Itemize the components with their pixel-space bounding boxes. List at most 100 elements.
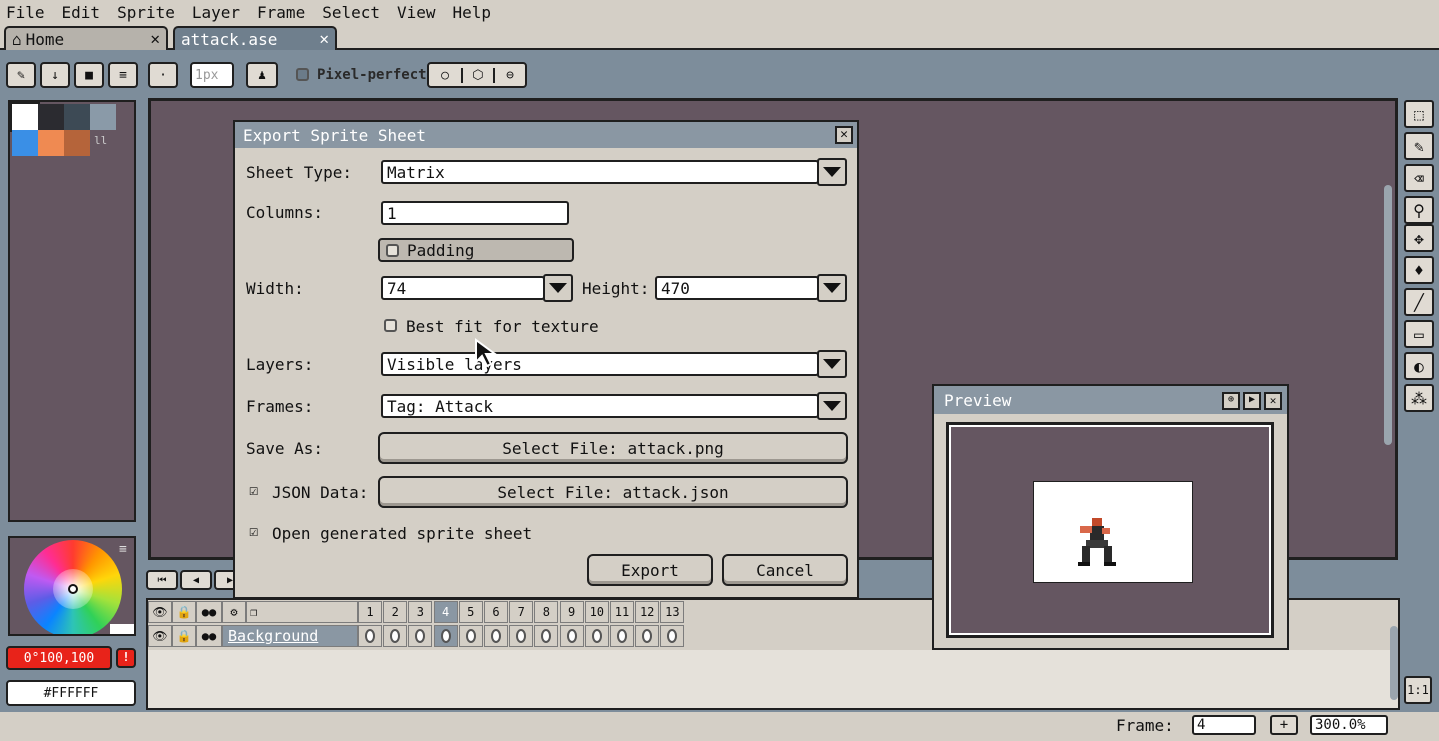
sheet-type-select[interactable]: Matrix bbox=[381, 160, 819, 184]
color-wheel-cursor[interactable] bbox=[68, 584, 78, 594]
frame-header[interactable]: 10 bbox=[584, 601, 609, 623]
tab-home-close-icon[interactable]: ✕ bbox=[150, 29, 160, 48]
color-wheel[interactable] bbox=[24, 540, 122, 634]
frame-header[interactable]: 1 bbox=[358, 601, 382, 623]
cel[interactable] bbox=[383, 625, 408, 647]
json-select-file-button[interactable]: Select File: attack.json bbox=[378, 476, 848, 508]
menu-view[interactable]: View bbox=[397, 3, 436, 22]
menu-help[interactable]: Help bbox=[453, 3, 492, 22]
save-as-select-file-button[interactable]: Select File: attack.png bbox=[378, 432, 848, 464]
add-frame-button[interactable]: + bbox=[1270, 715, 1298, 735]
width-input[interactable]: 74 bbox=[381, 276, 545, 300]
tab-file-close-icon[interactable]: ✕ bbox=[319, 29, 329, 48]
cancel-button[interactable]: Cancel bbox=[722, 554, 848, 586]
cel[interactable] bbox=[635, 625, 660, 647]
palette-swatch[interactable] bbox=[38, 104, 64, 130]
tab-attack-file[interactable]: attack.ase ✕ bbox=[173, 26, 337, 50]
contour-tool-icon[interactable]: ◐ bbox=[1404, 352, 1434, 380]
eraser-tool-icon[interactable]: ⌫ bbox=[1404, 164, 1434, 192]
cel[interactable] bbox=[484, 625, 508, 647]
frames-select[interactable]: Tag: Attack bbox=[381, 394, 819, 418]
ink-icon[interactable]: ♟ bbox=[246, 62, 278, 88]
ratio-button[interactable]: 1:1 bbox=[1404, 676, 1432, 704]
warning-icon[interactable]: ! bbox=[116, 648, 136, 668]
frame-header[interactable]: 5 bbox=[458, 601, 483, 623]
brush-size-input[interactable]: 1px bbox=[190, 62, 234, 88]
square-fill-icon[interactable]: ■ bbox=[74, 62, 104, 88]
marquee-tool-icon[interactable]: ⬚ bbox=[1404, 100, 1434, 128]
columns-input[interactable]: 1 bbox=[381, 201, 569, 225]
palette-swatch[interactable] bbox=[10, 102, 40, 132]
cel[interactable] bbox=[610, 625, 634, 647]
frame-header[interactable]: 12 bbox=[635, 601, 660, 623]
cel[interactable] bbox=[660, 625, 685, 647]
palette-swatch[interactable] bbox=[64, 104, 90, 130]
palette-swatch[interactable] bbox=[64, 130, 90, 156]
palette-grip-icon[interactable]: ll bbox=[94, 134, 107, 147]
frame-header[interactable]: 4 bbox=[433, 601, 458, 623]
menu-layer[interactable]: Layer bbox=[192, 3, 240, 22]
frame-header[interactable]: 8 bbox=[534, 601, 559, 623]
pencil-mode-icon[interactable]: ✎ bbox=[6, 62, 36, 88]
preview-canvas[interactable] bbox=[946, 422, 1274, 638]
preview-play-icon[interactable]: ▶ bbox=[1243, 392, 1261, 410]
first-frame-icon[interactable]: ⏮ bbox=[146, 570, 178, 590]
preview-center-icon[interactable]: ⊕ bbox=[1222, 392, 1240, 410]
frame-header[interactable]: 11 bbox=[610, 601, 634, 623]
palette-swatch[interactable] bbox=[90, 104, 116, 130]
dialog-title-bar[interactable]: Export Sprite Sheet bbox=[235, 122, 857, 148]
layer-lock-icon[interactable]: 🔒 bbox=[172, 625, 196, 647]
hex-brush-icon[interactable]: ⬡ bbox=[460, 67, 493, 83]
json-data-checkbox[interactable]: ☑ bbox=[249, 481, 258, 499]
cel[interactable] bbox=[509, 625, 534, 647]
frame-input[interactable]: 4 bbox=[1192, 715, 1256, 735]
menu-file[interactable]: File bbox=[6, 3, 45, 22]
padding-toggle[interactable]: Padding bbox=[378, 238, 574, 262]
line-tool-icon[interactable]: ╱ bbox=[1404, 288, 1434, 316]
palette-swatch[interactable] bbox=[12, 130, 38, 156]
brush-dot-icon[interactable]: · bbox=[148, 62, 178, 88]
canvas-vertical-scrollbar[interactable] bbox=[1384, 185, 1392, 445]
background-color-button[interactable]: #FFFFFF bbox=[6, 680, 136, 706]
cel[interactable] bbox=[358, 625, 382, 647]
frame-header[interactable]: 6 bbox=[484, 601, 508, 623]
zoom-tool-icon[interactable]: ⚲ bbox=[1404, 196, 1434, 224]
wheel-menu-icon[interactable]: ≡ bbox=[119, 542, 127, 557]
frame-header[interactable]: 13 bbox=[660, 601, 685, 623]
fill-tool-icon[interactable]: ♦ bbox=[1404, 256, 1434, 284]
export-button[interactable]: Export bbox=[587, 554, 713, 586]
circle-brush-icon[interactable]: ○ bbox=[429, 68, 461, 83]
menu-icon[interactable]: ≡ bbox=[108, 62, 138, 88]
cel[interactable] bbox=[534, 625, 559, 647]
rectangle-tool-icon[interactable]: ▭ bbox=[1404, 320, 1434, 348]
dialog-close-icon[interactable]: ✕ bbox=[835, 126, 853, 144]
continuous-header-icon[interactable]: ●● bbox=[196, 601, 222, 623]
frames-dropdown-icon[interactable] bbox=[817, 392, 847, 420]
eye-header-icon[interactable]: 👁 bbox=[148, 601, 172, 623]
previous-frame-icon[interactable]: ◀ bbox=[180, 570, 212, 590]
blur-tool-icon[interactable]: ⁂ bbox=[1404, 384, 1434, 412]
layer-continuous-icon[interactable]: ●● bbox=[196, 625, 222, 647]
cel[interactable] bbox=[433, 625, 458, 647]
menu-edit[interactable]: Edit bbox=[62, 3, 101, 22]
lock-header-icon[interactable]: 🔒 bbox=[172, 601, 196, 623]
cel[interactable] bbox=[458, 625, 483, 647]
move-tool-icon[interactable]: ✥ bbox=[1404, 224, 1434, 252]
layer-background[interactable]: Background bbox=[222, 625, 358, 647]
tab-home[interactable]: ⌂ Home ✕ bbox=[4, 26, 168, 50]
timeline-scrollbar[interactable] bbox=[1390, 626, 1398, 700]
onion-skin-icon[interactable]: ❐ bbox=[246, 601, 358, 623]
height-input[interactable]: 470 bbox=[655, 276, 819, 300]
layers-dropdown-icon[interactable] bbox=[817, 350, 847, 378]
gear-icon[interactable]: ⚙ bbox=[222, 601, 246, 623]
preview-close-icon[interactable]: ✕ bbox=[1264, 392, 1282, 410]
palette-swatch[interactable] bbox=[38, 130, 64, 156]
layer-eye-icon[interactable]: 👁 bbox=[148, 625, 172, 647]
cel[interactable] bbox=[584, 625, 609, 647]
menu-select[interactable]: Select bbox=[322, 3, 380, 22]
padding-checkbox[interactable] bbox=[386, 244, 399, 257]
width-dropdown-icon[interactable] bbox=[543, 274, 573, 302]
arrow-down-icon[interactable]: ↓ bbox=[40, 62, 70, 88]
height-dropdown-icon[interactable] bbox=[817, 274, 847, 302]
menu-sprite[interactable]: Sprite bbox=[117, 3, 175, 22]
